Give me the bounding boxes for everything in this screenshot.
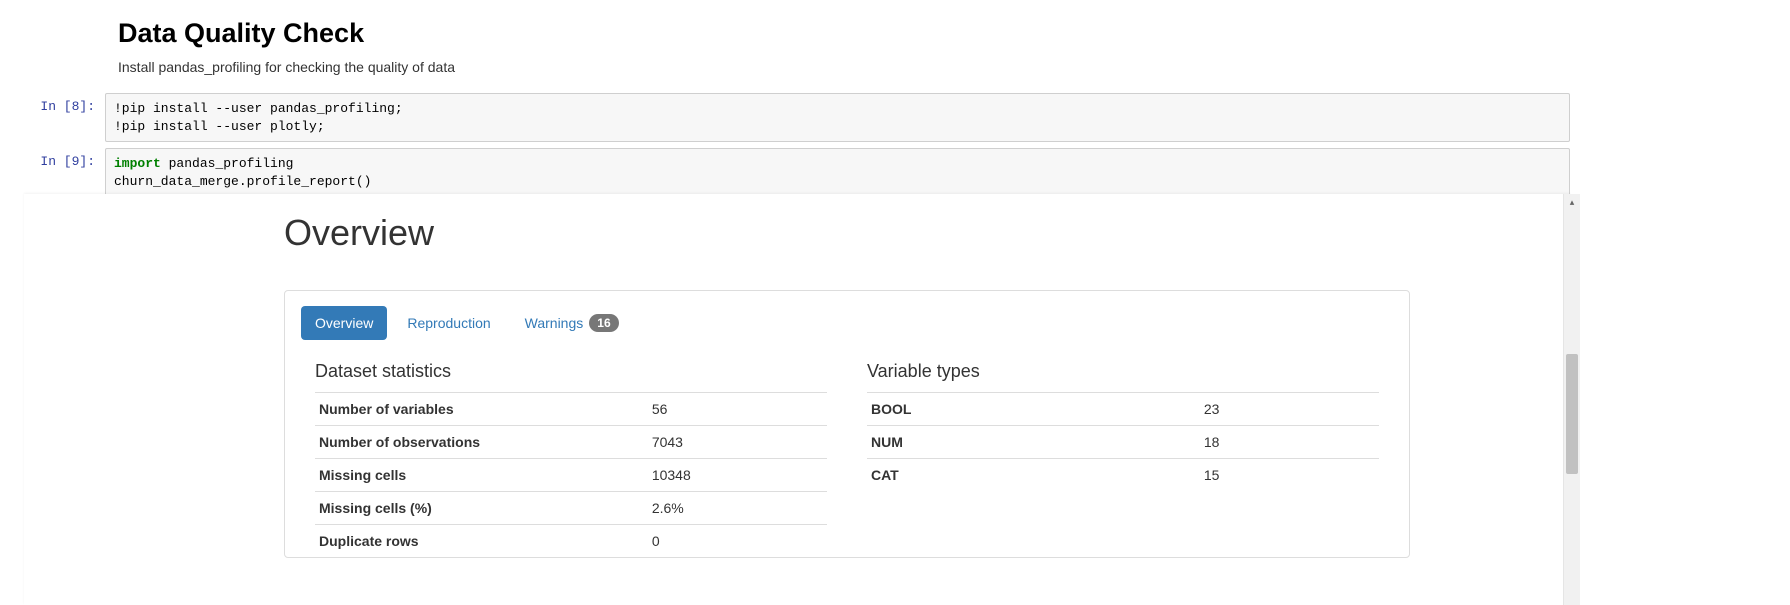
variable-types-col: Variable types BOOL 23 NUM 18 CAT 15 [867,361,1379,557]
code-input[interactable]: !pip install --user pandas_profiling; !p… [105,93,1570,142]
dataset-stats-table: Number of variables 56 Number of observa… [315,392,827,557]
stat-value: 15 [1200,459,1379,492]
tab-label: Warnings [525,315,584,331]
variable-types-heading: Variable types [867,361,1379,382]
dataset-stats-heading: Dataset statistics [315,361,827,382]
stat-value: 0 [648,525,827,558]
output-scrollbar[interactable]: ▴ [1563,194,1580,605]
tab-overview[interactable]: Overview [301,306,387,340]
profile-report: Overview Overview Reproduction Warnings … [284,194,1410,558]
section-text: Install pandas_profiling for checking th… [118,59,1570,75]
stat-label: Missing cells (%) [315,492,648,525]
stat-value: 10348 [648,459,827,492]
in-prompt: In [8]: [0,93,105,114]
stat-value: 18 [1200,426,1379,459]
tab-warnings[interactable]: Warnings 16 [511,305,633,341]
scrollbar-thumb[interactable] [1566,354,1578,474]
table-row: Number of variables 56 [315,393,827,426]
in-prompt: In [9]: [0,148,105,169]
table-row: Missing cells 10348 [315,459,827,492]
stat-value: 56 [648,393,827,426]
cell-output: Overview Overview Reproduction Warnings … [24,194,1570,605]
tab-label: Overview [315,315,373,331]
tab-label: Reproduction [407,315,490,331]
table-row: BOOL 23 [867,393,1379,426]
stat-value: 2.6% [648,492,827,525]
tab-reproduction[interactable]: Reproduction [393,306,504,340]
report-title: Overview [284,212,1410,254]
warnings-count-badge: 16 [589,314,618,332]
stat-label: NUM [867,426,1200,459]
stat-label: CAT [867,459,1200,492]
table-row: Duplicate rows 0 [315,525,827,558]
table-row: NUM 18 [867,426,1379,459]
table-row: CAT 15 [867,459,1379,492]
stat-label: Number of variables [315,393,648,426]
stat-label: Duplicate rows [315,525,648,558]
code-cell: In [9]: import pandas_profiling churn_da… [0,148,1570,197]
scroll-up-icon[interactable]: ▴ [1564,194,1580,211]
table-row: Number of observations 7043 [315,426,827,459]
section-heading: Data Quality Check [118,18,1570,49]
stat-label: Missing cells [315,459,648,492]
code-cell: In [8]: !pip install --user pandas_profi… [0,93,1570,142]
keyword-import: import [114,156,161,171]
overview-panel: Overview Reproduction Warnings 16 Datase… [284,290,1410,558]
stat-label: Number of observations [315,426,648,459]
code-text: pandas_profiling [161,156,294,171]
stats-row: Dataset statistics Number of variables 5… [301,361,1393,557]
markdown-cell: Data Quality Check Install pandas_profil… [118,0,1570,75]
code-text: churn_data_merge.profile_report() [114,174,371,189]
code-input[interactable]: import pandas_profiling churn_data_merge… [105,148,1570,197]
table-row: Missing cells (%) 2.6% [315,492,827,525]
dataset-stats-col: Dataset statistics Number of variables 5… [315,361,827,557]
stat-label: BOOL [867,393,1200,426]
report-tabs: Overview Reproduction Warnings 16 [301,305,1393,341]
variable-types-table: BOOL 23 NUM 18 CAT 15 [867,392,1379,491]
stat-value: 23 [1200,393,1379,426]
stat-value: 7043 [648,426,827,459]
